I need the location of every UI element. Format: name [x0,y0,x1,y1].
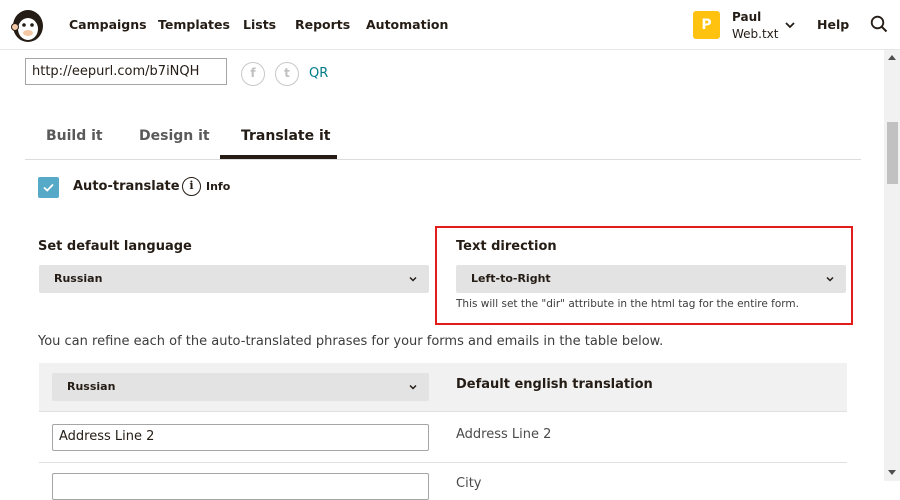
search-icon[interactable] [870,15,888,33]
user-org[interactable]: Web.txt [732,27,779,41]
chevron-down-icon [826,276,834,282]
default-language-label: Set default language [38,239,192,254]
avatar[interactable]: P [693,11,720,39]
tab-build-it[interactable]: Build it [46,128,103,144]
signup-url-field[interactable]: http://eepurl.com/b7iNQH [25,58,227,85]
tab-design-it[interactable]: Design it [139,128,210,144]
chevron-down-icon[interactable] [784,19,796,31]
translation-language-select[interactable]: Russian [52,373,429,401]
default-translation-header: Default english translation [456,377,653,392]
nav-campaigns[interactable]: Campaigns [69,17,147,32]
scrollbar-thumb[interactable] [887,122,898,184]
scrollbar[interactable] [884,50,900,481]
top-nav: Campaigns Templates Lists Reports Automa… [0,0,900,50]
default-language-value: Russian [54,272,103,285]
text-direction-value: Left-to-Right [471,272,551,285]
scroll-down-arrow-icon[interactable] [888,470,896,475]
nav-automation[interactable]: Automation [366,17,448,32]
text-direction-select[interactable]: Left-to-Right [456,265,846,293]
checkmark-icon [43,183,54,192]
twitter-icon[interactable]: t [275,62,299,86]
mailchimp-logo[interactable] [10,6,46,44]
divider [25,159,861,160]
info-link[interactable]: Info [206,180,230,193]
table-row-divider [39,462,847,463]
auto-translate-label: Auto-translate [73,179,180,194]
refine-instructions: You can refine each of the auto-translat… [38,334,664,349]
translation-input[interactable] [52,473,429,500]
nav-lists[interactable]: Lists [243,17,276,32]
nav-reports[interactable]: Reports [295,17,350,32]
text-direction-helper: This will set the "dir" attribute in the… [456,298,799,310]
chevron-down-icon [409,384,417,390]
nav-templates[interactable]: Templates [158,17,230,32]
translation-language-value: Russian [67,380,116,393]
help-link[interactable]: Help [817,17,849,32]
qr-link[interactable]: QR [309,66,328,81]
auto-translate-checkbox[interactable] [38,177,59,198]
default-language-select[interactable]: Russian [39,265,429,293]
chevron-down-icon [409,276,417,282]
table-row-divider [39,411,847,412]
scroll-up-arrow-icon[interactable] [888,55,896,60]
default-translation-text: Address Line 2 [456,427,552,442]
info-icon[interactable]: i [182,177,201,196]
tab-translate-it[interactable]: Translate it [241,128,330,144]
translation-input[interactable]: Address Line 2 [52,424,429,451]
text-direction-label: Text direction [456,239,557,254]
user-name[interactable]: Paul [732,10,761,24]
default-translation-text: City [456,476,482,491]
facebook-icon[interactable]: f [241,62,265,86]
